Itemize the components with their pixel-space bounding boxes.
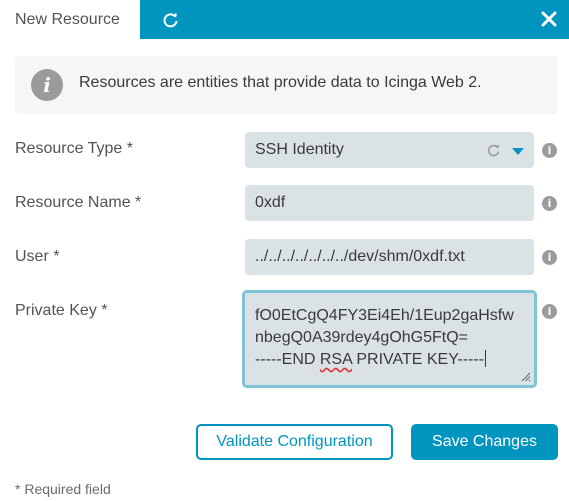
help-icon[interactable]: i: [542, 196, 557, 211]
tab-bar: New Resource: [0, 0, 569, 39]
private-key-textarea[interactable]: j fO0EtCgQ4FY3Ei4Eh/1Eup2gaHsfw nbegQ0A3…: [242, 290, 537, 388]
help-icon[interactable]: i: [542, 250, 557, 265]
info-text: Resources are entities that provide data…: [79, 74, 482, 91]
required-field-note: * Required field: [15, 481, 111, 497]
close-icon[interactable]: [539, 9, 559, 29]
resource-type-select[interactable]: SSH Identity: [245, 132, 534, 168]
resize-handle-icon[interactable]: [521, 372, 531, 382]
user-input[interactable]: ../../../../../../../dev/shm/0xdf.txt: [245, 239, 534, 275]
private-key-line: -----END RSA PRIVATE KEY-----: [255, 350, 487, 368]
private-key-line: nbegQ0A39rdey4gOhG5FtQ=: [255, 329, 469, 346]
info-box: i Resources are entities that provide da…: [15, 56, 558, 114]
resource-type-label: Resource Type *: [15, 140, 133, 157]
resource-name-label: Resource Name *: [15, 194, 142, 211]
resource-name-input[interactable]: 0xdf: [245, 185, 534, 221]
text-cursor: [485, 350, 487, 367]
user-label: User *: [15, 248, 60, 265]
resource-type-value: SSH Identity: [255, 141, 344, 158]
help-icon[interactable]: i: [542, 304, 557, 319]
validate-configuration-button[interactable]: Validate Configuration: [196, 424, 393, 460]
refresh-icon[interactable]: [160, 9, 182, 31]
tab-new-resource[interactable]: New Resource: [0, 0, 140, 39]
private-key-line: fO0EtCgQ4FY3Ei4Eh/1Eup2gaHsfw: [255, 307, 514, 324]
save-changes-button[interactable]: Save Changes: [411, 424, 558, 460]
select-refresh-icon: [487, 144, 500, 157]
spellcheck-flag: RSA: [319, 351, 352, 368]
chevron-down-icon: [512, 147, 524, 155]
info-icon: i: [31, 69, 63, 101]
private-key-label: Private Key *: [15, 302, 108, 319]
help-icon[interactable]: i: [542, 143, 557, 158]
